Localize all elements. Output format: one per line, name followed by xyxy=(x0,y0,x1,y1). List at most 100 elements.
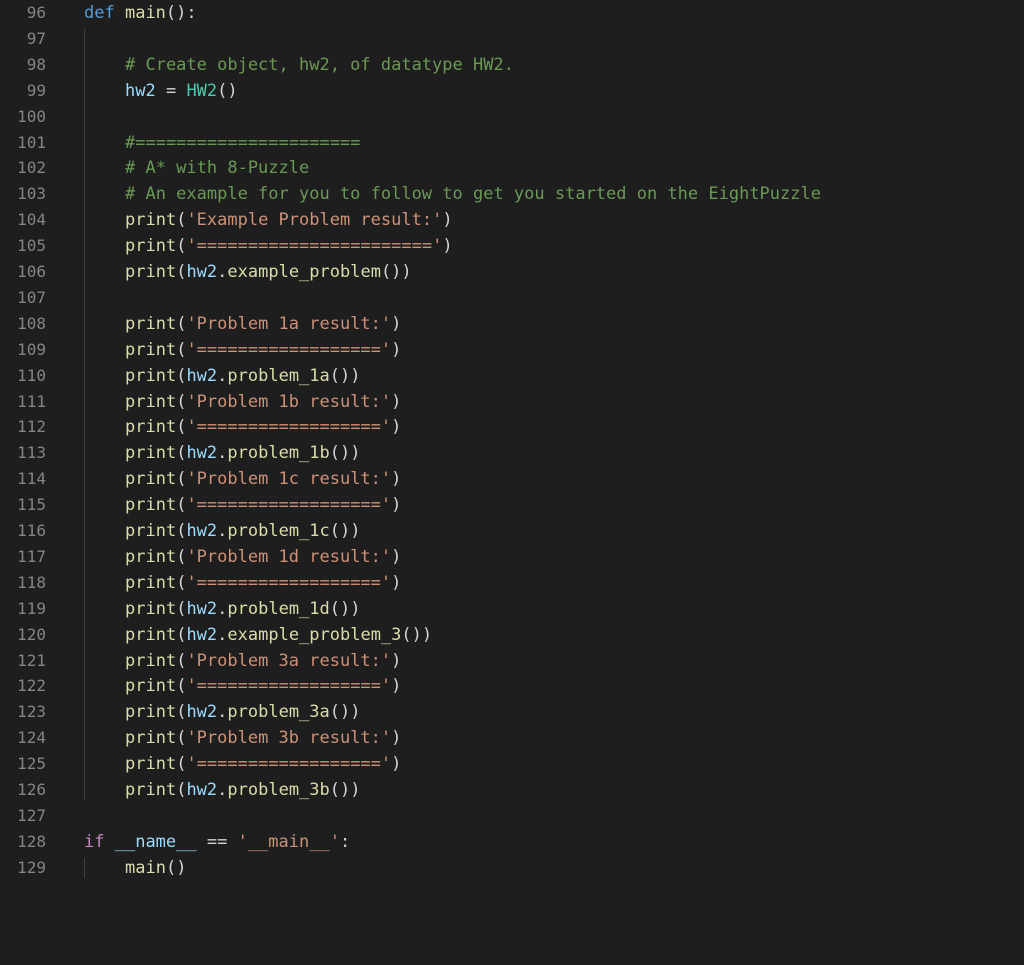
code-token: hw2 xyxy=(186,521,218,541)
code-line[interactable]: 115 print('==================') xyxy=(0,492,1024,518)
code-token: ( xyxy=(176,754,187,775)
code-token: print xyxy=(125,236,177,257)
line-content: print('==================') xyxy=(125,673,401,699)
code-line[interactable]: 120 print(hw2.example_problem_3()) xyxy=(0,622,1024,648)
code-line[interactable]: 123 print(hw2.problem_3a()) xyxy=(0,699,1024,725)
code-line[interactable]: 97 xyxy=(0,26,1024,52)
code-line[interactable]: 119 print(hw2.problem_1d()) xyxy=(0,596,1024,622)
code-token: . xyxy=(217,702,228,723)
code-line[interactable]: 126 print(hw2.problem_3b()) xyxy=(0,777,1024,803)
code-line[interactable]: 111 print('Problem 1b result:') xyxy=(0,389,1024,415)
code-line[interactable]: 124 print('Problem 3b result:') xyxy=(0,725,1024,751)
code-line[interactable]: 129 main() xyxy=(0,855,1024,881)
line-number: 101 xyxy=(17,132,46,152)
line-content: print('Example Problem result:') xyxy=(125,207,453,233)
line-content: print('Problem 3a result:') xyxy=(125,648,401,674)
code-line[interactable]: 101 #====================== xyxy=(0,130,1024,156)
code-token: hw2 xyxy=(186,624,218,645)
code-token: # An example for you to follow to get yo… xyxy=(125,184,821,205)
code-line[interactable]: 105 print('=======================') xyxy=(0,233,1024,259)
line-number: 121 xyxy=(17,650,46,670)
code-token: '==================' xyxy=(186,495,392,516)
code-token: print xyxy=(125,728,177,749)
code-line[interactable]: 108 print('Problem 1a result:') xyxy=(0,311,1024,337)
code-token: '==================' xyxy=(186,676,392,697)
line-content: print('Problem 1c result:') xyxy=(125,466,401,492)
code-token: ( xyxy=(176,598,187,619)
code-token: problem_3a xyxy=(227,702,330,723)
code-token: '==================' xyxy=(186,754,392,775)
code-token: 'Problem 1b result:' xyxy=(186,391,392,412)
code-token: print xyxy=(125,365,177,386)
line-content: print(hw2.problem_3a()) xyxy=(125,699,360,725)
code-line[interactable]: 109 print('==================') xyxy=(0,337,1024,363)
code-token: problem_1c xyxy=(227,521,330,541)
code-line[interactable]: 128 if __name__ == '__main__': xyxy=(0,829,1024,855)
line-content: print('==================') xyxy=(125,570,401,596)
code-token: : xyxy=(339,831,351,852)
code-line[interactable]: 118 print('==================') xyxy=(0,570,1024,596)
code-token: #====================== xyxy=(125,132,361,153)
code-line[interactable]: 116 print(hw2.problem_1c()) xyxy=(0,518,1024,544)
code-token: ()) xyxy=(401,624,433,645)
code-token: ) xyxy=(391,313,402,334)
code-token: print xyxy=(125,702,177,723)
code-line[interactable]: 106 print(hw2.example_problem()) xyxy=(0,259,1024,285)
line-content: main() xyxy=(125,855,186,881)
code-line[interactable]: 117 print('Problem 1d result:') xyxy=(0,544,1024,570)
code-token: main xyxy=(124,3,166,23)
line-content: print('==================') xyxy=(125,492,401,518)
line-number: 99 xyxy=(26,80,46,100)
line-content: #====================== xyxy=(125,130,360,156)
code-token: ) xyxy=(391,417,402,438)
code-line[interactable]: 110 print(hw2.problem_1a()) xyxy=(0,363,1024,389)
code-token: print xyxy=(125,417,177,438)
line-number: 104 xyxy=(17,210,46,230)
code-token: 'Example Problem result:' xyxy=(186,210,443,231)
code-line[interactable]: 107 xyxy=(0,285,1024,311)
code-token: print xyxy=(125,754,177,775)
code-token: print xyxy=(125,546,177,567)
code-line[interactable]: 114 print('Problem 1c result:') xyxy=(0,466,1024,492)
code-line[interactable]: 103 # An example for you to follow to get… xyxy=(0,181,1024,207)
line-number: 97 xyxy=(26,28,46,48)
code-line[interactable]: 99 hw2 = HW2() xyxy=(0,78,1024,104)
line-number: 123 xyxy=(17,702,46,722)
code-line[interactable]: 104 print('Example Problem result:') xyxy=(0,207,1024,233)
code-token: ) xyxy=(391,572,402,593)
code-line[interactable]: 96 def main(): xyxy=(0,0,1024,26)
code-line[interactable]: 100 xyxy=(0,104,1024,130)
code-token: '==================' xyxy=(186,339,392,360)
code-token: problem_1b xyxy=(227,443,330,464)
code-token: . xyxy=(217,780,228,800)
code-token: 'Problem 1a result:' xyxy=(186,313,392,334)
code-token: . xyxy=(217,521,228,541)
code-token: '==================' xyxy=(186,417,392,438)
code-token: ( xyxy=(176,546,187,567)
code-line[interactable]: 112 print('==================') xyxy=(0,414,1024,440)
code-token: ()) xyxy=(329,443,361,464)
code-token: ( xyxy=(176,676,187,697)
code-token: ) xyxy=(391,546,402,567)
code-token: print xyxy=(125,339,177,360)
code-line[interactable]: 98 # Create object, hw2, of datatype HW2. xyxy=(0,52,1024,78)
code-token: problem_3b xyxy=(227,780,330,800)
code-line[interactable]: 127 xyxy=(0,803,1024,829)
code-token: # A* with 8-Puzzle xyxy=(125,158,310,179)
code-token: HW2 xyxy=(186,80,218,101)
code-editor[interactable]: 96 def main(): 97 98 # Create object, hw2, o… xyxy=(0,0,1024,965)
code-token: ( xyxy=(176,262,187,282)
code-line[interactable]: 122 print('==================') xyxy=(0,673,1024,699)
code-line[interactable]: 121 print('Problem 3a result:') xyxy=(0,648,1024,674)
code-token: print xyxy=(125,521,177,541)
code-token: __name__ xyxy=(114,831,197,852)
code-token: hw2 xyxy=(186,365,218,386)
code-line[interactable]: 125 print('==================') xyxy=(0,751,1024,777)
line-content: # Create object, hw2, of datatype HW2. xyxy=(125,52,514,78)
code-line[interactable]: 113 print(hw2.problem_1b()) xyxy=(0,440,1024,466)
code-line[interactable]: 102 # A* with 8-Puzzle xyxy=(0,155,1024,181)
code-token: . xyxy=(217,598,228,619)
code-token: ) xyxy=(391,469,402,490)
code-token: problem_1a xyxy=(227,365,330,386)
